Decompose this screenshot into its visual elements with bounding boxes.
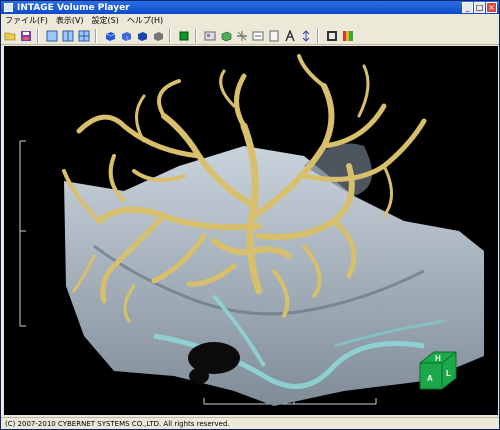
film-icon[interactable] [325,29,339,43]
cube-label-left: A [427,374,433,383]
cube-blue-shaded-icon[interactable] [135,29,149,43]
close-button[interactable]: × [486,2,497,13]
volume-render-viewport[interactable]: H A L [4,46,498,415]
menu-view[interactable]: 表示(V) [52,15,88,26]
menu-settings[interactable]: 設定(S) [88,15,123,26]
app-icon [4,3,13,12]
mpr-icon[interactable] [251,29,265,43]
toolbar-separator [317,28,319,43]
image-view-icon[interactable] [203,29,217,43]
panel-icon[interactable] [267,29,281,43]
layout-split-vertical-icon[interactable] [61,29,75,43]
layout-quad-icon[interactable] [77,29,91,43]
window-title: INTAGE Volume Player [17,2,130,13]
title-bar[interactable]: INTAGE Volume Player _ □ × [1,1,499,14]
save-icon[interactable] [19,29,33,43]
toolbar-separator [195,28,197,43]
cube-gray-icon[interactable] [151,29,165,43]
minimize-button[interactable]: _ [462,2,473,13]
toolbar-separator [37,28,39,43]
layout-single-icon[interactable] [45,29,59,43]
text-tool-icon[interactable] [283,29,297,43]
cube-label-right: L [446,369,451,378]
maximize-button[interactable]: □ [474,2,485,13]
app-window: INTAGE Volume Player _ □ × ファイル(F) 表示(V)… [0,0,500,430]
rotate-cube-icon[interactable] [219,29,233,43]
cube-blue-icon[interactable] [103,29,117,43]
measure-icon[interactable] [299,29,313,43]
cube-blue-alt-icon[interactable] [119,29,133,43]
menu-bar: ファイル(F) 表示(V) 設定(S) ヘルプ(H) [1,14,499,27]
color-bar-icon[interactable] [341,29,355,43]
stop-icon[interactable] [177,29,191,43]
crosshair-icon[interactable] [235,29,249,43]
copyright-text: (C) 2007-2010 CYBERNET SYSTEMS CO.,LTD. … [5,420,230,428]
toolbar [1,27,499,45]
menu-file[interactable]: ファイル(F) [1,15,52,26]
status-bar: (C) 2007-2010 CYBERNET SYSTEMS CO.,LTD. … [1,417,499,430]
toolbar-separator [169,28,171,43]
toolbar-separator [95,28,97,43]
cube-label-top: H [435,354,441,363]
open-folder-icon[interactable] [3,29,17,43]
volume-render-image: H A L [19,54,484,406]
menu-help[interactable]: ヘルプ(H) [123,15,167,26]
